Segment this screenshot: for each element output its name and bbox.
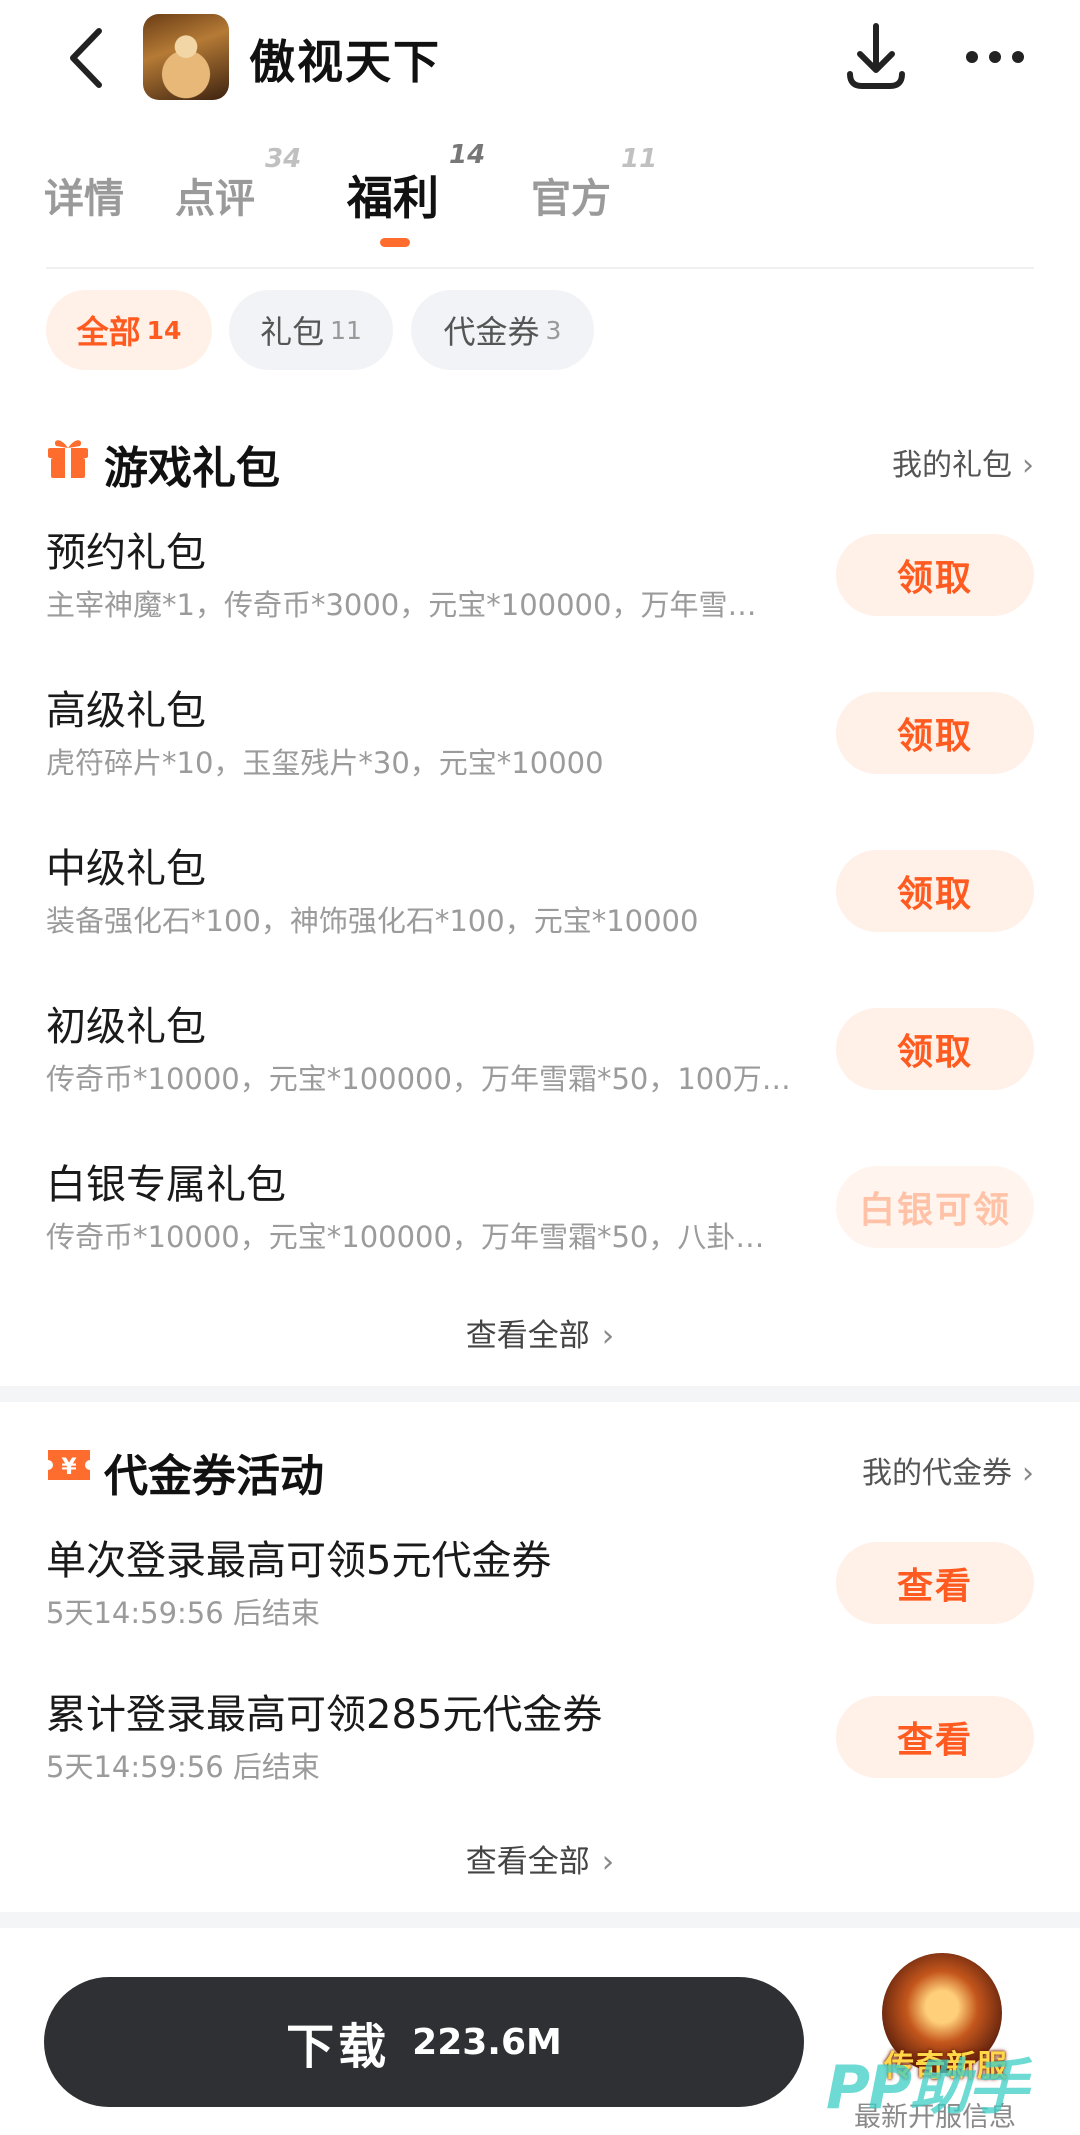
chip-count: 3 bbox=[545, 315, 562, 345]
chevron-right-icon: › bbox=[601, 1318, 615, 1354]
tab-count: 11 bbox=[621, 144, 658, 174]
chip-label: 全部 bbox=[76, 313, 141, 351]
gift-desc: 主宰神魔*1，传奇币*3000，元宝*100000，万年雪… bbox=[46, 588, 757, 622]
chip-label: 代金券 bbox=[443, 313, 540, 351]
chip-count: 11 bbox=[330, 315, 362, 345]
tab-count: 14 bbox=[449, 140, 486, 170]
app-title: 傲视天下 bbox=[249, 35, 441, 89]
view-button[interactable]: 查看 bbox=[836, 1542, 1034, 1624]
gifts-section-header: 游戏礼包 我的礼包 › bbox=[46, 430, 1034, 494]
view-all-vouchers-link[interactable]: 查看全部 › bbox=[0, 1836, 1080, 1881]
vouchers-section-header: ¥ 代金券活动 我的代金券 › bbox=[46, 1438, 1034, 1502]
section-title: 代金券活动 bbox=[104, 1451, 324, 1502]
view-all-label: 查看全部 bbox=[465, 1844, 590, 1880]
voucher-item: 单次登录最高可领5元代金券 5天14:59:56 后结束 查看 bbox=[46, 1528, 1034, 1638]
gift-name: 预约礼包 bbox=[46, 530, 206, 576]
chevron-right-icon: › bbox=[601, 1844, 615, 1880]
tab-label: 官方 bbox=[531, 176, 611, 222]
back-arrow-icon bbox=[70, 28, 102, 88]
download-icon-button[interactable] bbox=[840, 18, 912, 98]
gift-icon bbox=[48, 440, 88, 478]
gift-item: 预约礼包 主宰神魔*1，传奇币*3000，元宝*100000，万年雪… 领取 bbox=[46, 520, 1034, 630]
voucher-icon: ¥ bbox=[48, 1450, 90, 1480]
tab-reviews[interactable]: 点评 34 bbox=[175, 144, 301, 224]
section-separator bbox=[0, 1386, 1080, 1402]
voucher-countdown: 5天14:59:56 后结束 bbox=[46, 1596, 320, 1630]
download-icon bbox=[847, 23, 905, 89]
voucher-name: 累计登录最高可领285元代金券 bbox=[46, 1692, 603, 1738]
tab-bar: 详情 点评 34 福利 14 官方 11 bbox=[0, 140, 1080, 260]
my-gifts-link[interactable]: 我的礼包 › bbox=[892, 440, 1034, 484]
download-button[interactable]: 下载 223.6M bbox=[44, 1977, 804, 2107]
link-label: 我的代金券 bbox=[862, 1456, 1012, 1491]
svg-text:¥: ¥ bbox=[61, 1455, 77, 1480]
gift-desc: 传奇币*10000，元宝*100000，万年雪霜*50，八卦… bbox=[46, 1220, 765, 1254]
claim-button[interactable]: 领取 bbox=[836, 692, 1034, 774]
bottom-action-bar: 下载 223.6M 传奇新服 最新开服信息 PP助手 bbox=[0, 1935, 1080, 2135]
chip-count: 14 bbox=[146, 315, 182, 345]
link-label: 我的礼包 bbox=[892, 448, 1012, 483]
more-options-button[interactable] bbox=[960, 22, 1030, 92]
gift-name: 中级礼包 bbox=[46, 846, 206, 892]
gift-name: 高级礼包 bbox=[46, 688, 206, 734]
gift-name: 白银专属礼包 bbox=[46, 1162, 286, 1208]
tab-count: 34 bbox=[265, 144, 302, 174]
claim-button[interactable]: 领取 bbox=[836, 1008, 1034, 1090]
my-vouchers-link[interactable]: 我的代金券 › bbox=[862, 1448, 1034, 1492]
watermark: PP助手 bbox=[826, 2053, 1028, 2123]
chip-label: 礼包 bbox=[260, 313, 325, 351]
top-bar: 傲视天下 bbox=[0, 0, 1080, 118]
view-all-label: 查看全部 bbox=[465, 1318, 590, 1354]
section-title: 游戏礼包 bbox=[104, 443, 280, 494]
divider bbox=[46, 267, 1034, 269]
tab-details[interactable]: 详情 bbox=[44, 166, 124, 224]
section-separator bbox=[0, 1912, 1080, 1928]
back-button[interactable] bbox=[55, 22, 115, 94]
claim-button[interactable]: 领取 bbox=[836, 850, 1034, 932]
gift-item: 中级礼包 装备强化石*100，神饰强化石*100，元宝*10000 领取 bbox=[46, 836, 1034, 946]
chevron-right-icon: › bbox=[1022, 448, 1034, 483]
gift-item: 白银专属礼包 传奇币*10000，元宝*100000，万年雪霜*50，八卦… 白… bbox=[46, 1152, 1034, 1262]
filter-chip-all[interactable]: 全部 14 bbox=[46, 290, 212, 370]
silver-claim-button[interactable]: 白银可领 bbox=[836, 1166, 1034, 1248]
gift-item: 初级礼包 传奇币*10000，元宝*100000，万年雪霜*50，100万… 领… bbox=[46, 994, 1034, 1104]
gift-desc: 装备强化石*100，神饰强化石*100，元宝*10000 bbox=[46, 904, 699, 938]
tab-benefits[interactable]: 福利 14 bbox=[347, 140, 485, 228]
tab-official[interactable]: 官方 11 bbox=[531, 144, 657, 224]
view-all-gifts-link[interactable]: 查看全部 › bbox=[0, 1310, 1080, 1355]
voucher-item: 累计登录最高可领285元代金券 5天14:59:56 后结束 查看 bbox=[46, 1682, 1034, 1792]
gift-name: 初级礼包 bbox=[46, 1004, 206, 1050]
gift-item: 高级礼包 虎符碎片*10，玉玺残片*30，元宝*10000 领取 bbox=[46, 678, 1034, 788]
gift-desc: 虎符碎片*10，玉玺残片*30，元宝*10000 bbox=[46, 746, 604, 780]
filter-chip-vouchers[interactable]: 代金券 3 bbox=[411, 290, 594, 370]
view-button[interactable]: 查看 bbox=[836, 1696, 1034, 1778]
voucher-name: 单次登录最高可领5元代金券 bbox=[46, 1538, 552, 1584]
tab-label: 福利 bbox=[347, 171, 439, 225]
voucher-countdown: 5天14:59:56 后结束 bbox=[46, 1750, 320, 1784]
claim-button[interactable]: 领取 bbox=[836, 534, 1034, 616]
download-label: 下载 bbox=[286, 2019, 391, 2075]
chevron-right-icon: › bbox=[1022, 1456, 1034, 1491]
app-icon bbox=[143, 14, 229, 100]
more-dots-icon bbox=[966, 51, 1024, 63]
tab-label: 点评 bbox=[175, 176, 255, 222]
filter-chip-gifts[interactable]: 礼包 11 bbox=[229, 290, 393, 370]
download-size: 223.6M bbox=[412, 2021, 562, 2063]
gift-desc: 传奇币*10000，元宝*100000，万年雪霜*50，100万… bbox=[46, 1062, 791, 1096]
active-tab-indicator bbox=[380, 238, 410, 247]
tab-label: 详情 bbox=[44, 176, 124, 222]
